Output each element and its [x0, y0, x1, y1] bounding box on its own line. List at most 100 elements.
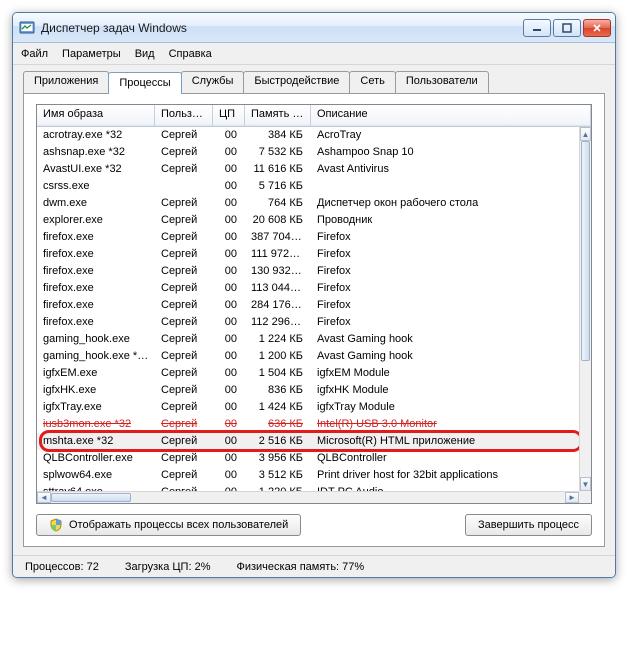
menu-file[interactable]: Файл	[21, 48, 48, 60]
cell-cpu: 00	[213, 314, 245, 331]
minimize-button[interactable]	[523, 19, 551, 37]
cell-user: Сергей	[155, 314, 213, 331]
cell-memory: 3 956 КБ	[245, 450, 311, 467]
scroll-down-arrow-icon[interactable]: ▼	[580, 477, 591, 491]
menu-help[interactable]: Справка	[169, 48, 212, 60]
table-row[interactable]: ashsnap.exe *32Сергей007 532 КБAshampoo …	[37, 144, 579, 161]
tab-applications[interactable]: Приложения	[23, 71, 109, 93]
col-image-name[interactable]: Имя образа	[37, 105, 155, 126]
col-user[interactable]: Пользо...	[155, 105, 213, 126]
scroll-up-arrow-icon[interactable]: ▲	[580, 127, 591, 141]
cell-memory: 1 504 КБ	[245, 365, 311, 382]
cell-description: igfxEM Module	[311, 365, 579, 382]
cell-description: AcroTray	[311, 127, 579, 144]
show-all-users-button[interactable]: Отображать процессы всех пользователей	[36, 514, 301, 536]
cell-user: Сергей	[155, 161, 213, 178]
cell-memory: 1 424 КБ	[245, 399, 311, 416]
status-processes: Процессов: 72	[25, 561, 99, 573]
table-row[interactable]: firefox.exeСергей00113 044 КБFirefox	[37, 280, 579, 297]
table-row[interactable]: explorer.exeСергей0020 608 КБПроводник	[37, 212, 579, 229]
table-row[interactable]: splwow64.exeСергей003 512 КБPrint driver…	[37, 467, 579, 484]
cell-image-name: igfxHK.exe	[37, 382, 155, 399]
cell-user: Сергей	[155, 212, 213, 229]
tab-users[interactable]: Пользователи	[395, 71, 489, 93]
cell-image-name: dwm.exe	[37, 195, 155, 212]
table-row[interactable]: csrss.exe005 716 КБ	[37, 178, 579, 195]
titlebar[interactable]: Диспетчер задач Windows	[13, 13, 615, 43]
window-title: Диспетчер задач Windows	[41, 21, 523, 35]
table-row[interactable]: igfxTray.exeСергей001 424 КБigfxTray Mod…	[37, 399, 579, 416]
table-row[interactable]: igfxHK.exeСергей00836 КБigfxHK Module	[37, 382, 579, 399]
close-button[interactable]	[583, 19, 611, 37]
end-process-button[interactable]: Завершить процесс	[465, 514, 592, 536]
table-row[interactable]: igfxEM.exeСергей001 504 КБigfxEM Module	[37, 365, 579, 382]
cell-image-name: QLBController.exe	[37, 450, 155, 467]
tab-services[interactable]: Службы	[181, 71, 245, 93]
table-row[interactable]: dwm.exeСергей00764 КБДиспетчер окон рабо…	[37, 195, 579, 212]
tab-processes[interactable]: Процессы	[108, 72, 181, 94]
cell-cpu: 00	[213, 399, 245, 416]
cell-memory: 2 516 КБ	[245, 433, 311, 450]
cell-description: Avast Gaming hook	[311, 331, 579, 348]
maximize-button[interactable]	[553, 19, 581, 37]
cell-cpu: 00	[213, 246, 245, 263]
scroll-left-arrow-icon[interactable]: ◄	[37, 492, 51, 503]
col-description[interactable]: Описание	[311, 105, 591, 126]
cell-user: Сергей	[155, 297, 213, 314]
table-row[interactable]: AvastUI.exe *32Сергей0011 616 КБAvast An…	[37, 161, 579, 178]
table-row[interactable]: sttray64.exeСергей001 220 КБIDT PC Audio	[37, 484, 579, 491]
cell-description: Firefox	[311, 297, 579, 314]
cell-image-name: igfxEM.exe	[37, 365, 155, 382]
table-row[interactable]: gaming_hook.exe *32Сергей001 200 КБAvast…	[37, 348, 579, 365]
cell-memory: 384 КБ	[245, 127, 311, 144]
menu-options[interactable]: Параметры	[62, 48, 121, 60]
cell-memory: 284 176 КБ	[245, 297, 311, 314]
cell-user: Сергей	[155, 450, 213, 467]
cell-user: Сергей	[155, 195, 213, 212]
cell-description: Диспетчер окон рабочего стола	[311, 195, 579, 212]
cell-image-name: iusb3mon.exe *32	[37, 416, 155, 433]
cell-user: Сергей	[155, 467, 213, 484]
cell-image-name: firefox.exe	[37, 246, 155, 263]
table-row[interactable]: firefox.exeСергей00284 176 КБFirefox	[37, 297, 579, 314]
cell-memory: 5 716 КБ	[245, 178, 311, 195]
column-headers[interactable]: Имя образа Пользо... ЦП Память (... Опис…	[37, 105, 591, 127]
hscroll-thumb[interactable]	[51, 493, 131, 502]
table-row[interactable]: acrotray.exe *32Сергей00384 КБAcroTray	[37, 127, 579, 144]
cell-description: QLBController	[311, 450, 579, 467]
cell-description: igfxHK Module	[311, 382, 579, 399]
tab-network[interactable]: Сеть	[349, 71, 395, 93]
cell-image-name: gaming_hook.exe	[37, 331, 155, 348]
table-row[interactable]: firefox.exeСергей00387 704 КБFirefox	[37, 229, 579, 246]
cell-memory: 113 044 КБ	[245, 280, 311, 297]
cell-user: Сергей	[155, 144, 213, 161]
cell-cpu: 00	[213, 484, 245, 491]
table-row[interactable]: gaming_hook.exeСергей001 224 КБAvast Gam…	[37, 331, 579, 348]
table-row[interactable]: firefox.exeСергей00130 932 КБFirefox	[37, 263, 579, 280]
table-row[interactable]: firefox.exeСергей00111 972 КБFirefox	[37, 246, 579, 263]
menu-view[interactable]: Вид	[135, 48, 155, 60]
horizontal-scrollbar[interactable]: ◄ ►	[37, 491, 579, 503]
cell-image-name: igfxTray.exe	[37, 399, 155, 416]
cell-memory: 130 932 КБ	[245, 263, 311, 280]
col-memory[interactable]: Память (...	[245, 105, 311, 126]
table-row[interactable]: iusb3mon.exe *32Сергей00636 КБIntel(R) U…	[37, 416, 579, 433]
vertical-scrollbar[interactable]: ▲ ▼	[579, 127, 591, 491]
cell-cpu: 00	[213, 161, 245, 178]
cell-image-name: firefox.exe	[37, 229, 155, 246]
tab-performance[interactable]: Быстродействие	[243, 71, 350, 93]
cell-description: Проводник	[311, 212, 579, 229]
col-cpu[interactable]: ЦП	[213, 105, 245, 126]
shield-icon	[49, 518, 63, 532]
cell-image-name: mshta.exe *32	[37, 433, 155, 450]
vscroll-thumb[interactable]	[581, 141, 590, 361]
table-row[interactable]: mshta.exe *32Сергей002 516 КБMicrosoft(R…	[37, 433, 579, 450]
table-row[interactable]: firefox.exeСергей00112 296 КБFirefox	[37, 314, 579, 331]
cell-memory: 387 704 КБ	[245, 229, 311, 246]
cell-memory: 7 532 КБ	[245, 144, 311, 161]
scroll-right-arrow-icon[interactable]: ►	[565, 492, 579, 503]
process-list[interactable]: Имя образа Пользо... ЦП Память (... Опис…	[36, 104, 592, 504]
cell-cpu: 00	[213, 195, 245, 212]
table-row[interactable]: QLBController.exeСергей003 956 КБQLBCont…	[37, 450, 579, 467]
cell-description: Ashampoo Snap 10	[311, 144, 579, 161]
